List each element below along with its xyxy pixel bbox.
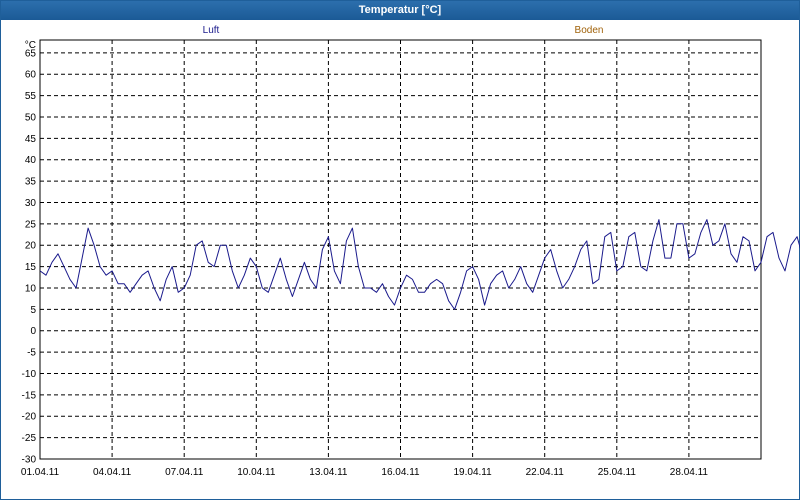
x-tick-label: 01.04.11	[21, 467, 60, 478]
y-tick-label: 60	[25, 70, 37, 81]
plot-area	[39, 39, 762, 460]
y-tick-label: 45	[25, 134, 37, 145]
series-group	[39, 219, 800, 310]
y-tick-label: 50	[25, 112, 37, 123]
y-tick-label: 10	[25, 283, 37, 294]
y-tick-label: 40	[25, 155, 37, 166]
y-tick-label: 30	[25, 198, 37, 209]
y-tick-label: -15	[22, 390, 37, 401]
y-axis-unit-label: °C	[25, 40, 36, 51]
y-tick-label: -20	[22, 412, 37, 423]
grid-lines	[40, 40, 761, 459]
x-tick-label: 28.04.11	[670, 467, 709, 478]
y-tick-label: -5	[27, 348, 36, 359]
y-tick-label: -25	[22, 433, 37, 444]
y-tick-label: -10	[22, 369, 37, 380]
x-tick-label: 13.04.11	[309, 467, 348, 478]
y-tick-label: 25	[25, 219, 37, 230]
y-tick-label: 55	[25, 91, 37, 102]
y-tick-label: 15	[25, 262, 37, 273]
x-tick-label: 22.04.11	[526, 467, 565, 478]
temperature-chart: 65605550454035302520151050-5-10-15-20-25…	[21, 39, 800, 478]
series-line-luft	[39, 219, 800, 310]
x-tick-label: 25.04.11	[598, 467, 637, 478]
x-tick-label: 04.04.11	[93, 467, 132, 478]
y-tick-label: 0	[30, 326, 36, 337]
y-tick-label: -30	[22, 455, 37, 466]
y-tick-label: 20	[25, 241, 37, 252]
x-tick-label: 07.04.11	[165, 467, 204, 478]
x-tick-label: 16.04.11	[381, 467, 420, 478]
y-tick-label: 35	[25, 177, 37, 188]
x-tick-label: 10.04.11	[237, 467, 276, 478]
y-tick-label: 5	[30, 305, 36, 316]
x-tick-label: 19.04.11	[454, 467, 493, 478]
y-axis-ticks: 65605550454035302520151050-5-10-15-20-25…	[22, 48, 37, 465]
x-axis-ticks: 01.04.11 04.04.11 07.04.11 10.04.11 13.04.11…	[21, 467, 709, 478]
